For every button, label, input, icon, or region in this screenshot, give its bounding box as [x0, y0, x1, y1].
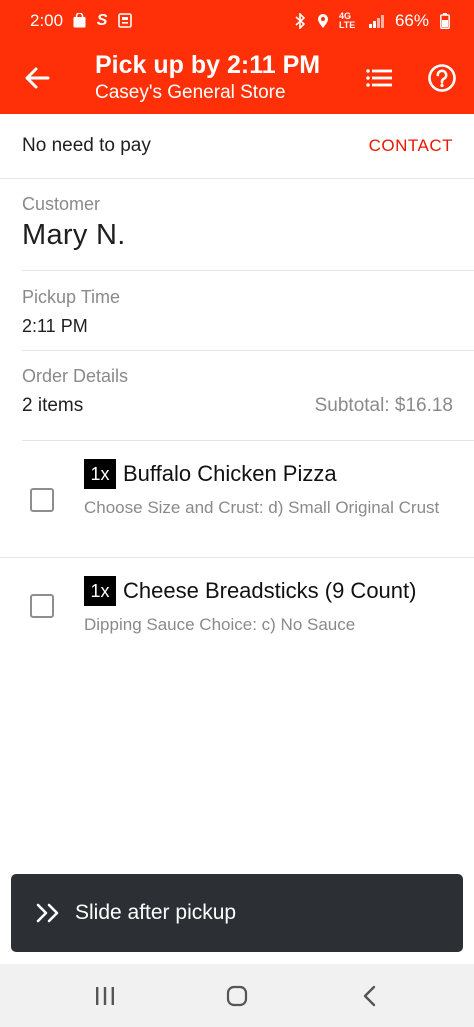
- network-type-label: 4G LTE: [338, 10, 356, 30]
- order-pickup-screen: 2:00 S 4G LTE 66% Pick up by 2:11 PM Cas…: [0, 0, 474, 1027]
- item-options: Choose Size and Crust: d) Small Original…: [84, 498, 440, 517]
- s-app-icon: S: [96, 11, 108, 29]
- quantity-badge: 1x: [84, 576, 116, 606]
- system-nav-bar: [0, 964, 474, 1027]
- contact-button[interactable]: CONTACT: [369, 136, 453, 156]
- status-time: 2:00: [30, 10, 64, 30]
- list-icon: [366, 69, 392, 87]
- pickup-time-value: 2:11 PM: [22, 316, 88, 336]
- back-arrow-icon: [25, 67, 50, 89]
- app-bar: Pick up by 2:11 PM Casey's General Store: [0, 41, 474, 114]
- store-name: Casey's General Store: [95, 82, 286, 103]
- item-options: Dipping Sauce Choice: c) No Sauce: [84, 615, 356, 634]
- status-bar: 2:00 S 4G LTE 66%: [0, 0, 474, 41]
- item-checkbox[interactable]: [30, 594, 54, 618]
- pickup-time-label: Pickup Time: [22, 287, 121, 307]
- slide-label: Slide after pickup: [75, 901, 237, 924]
- payment-status: No need to pay: [22, 135, 151, 156]
- order-details-label: Order Details: [22, 366, 129, 386]
- order-list-button[interactable]: [363, 63, 395, 93]
- battery-percent: 66%: [394, 10, 429, 30]
- help-icon: [428, 64, 456, 92]
- notification-app-icon: [118, 13, 132, 29]
- help-button[interactable]: [426, 62, 458, 94]
- item-count: 2 items: [22, 395, 84, 416]
- item-name: Buffalo Chicken Pizza: [123, 461, 337, 486]
- order-summary-line: 2 items Subtotal: $16.18: [22, 395, 453, 417]
- header-title-block: Pick up by 2:11 PM Casey's General Store: [95, 49, 320, 105]
- list-item: 1x Buffalo Chicken Pizza Choose Size and…: [0, 441, 474, 558]
- battery-icon: [438, 12, 452, 29]
- status-right: 4G LTE 66%: [293, 11, 452, 31]
- item-name: Cheese Breadsticks (9 Count): [123, 578, 417, 603]
- pickup-time-section: Pickup Time 2:11 PM: [22, 271, 474, 351]
- order-details-section: Order Details 2 items Subtotal: $16.18: [22, 351, 474, 441]
- customer-section: Customer Mary N.: [22, 179, 474, 271]
- slide-after-pickup-button[interactable]: Slide after pickup: [11, 874, 463, 952]
- quantity-badge: 1x: [84, 459, 116, 489]
- bluetooth-icon: [293, 12, 307, 29]
- shopping-bag-icon: [72, 13, 86, 29]
- list-item: 1x Cheese Breadsticks (9 Count) Dipping …: [0, 558, 474, 648]
- subtotal: Subtotal: $16.18: [314, 395, 453, 416]
- item-checkbox[interactable]: [30, 488, 54, 512]
- location-icon: [316, 13, 330, 29]
- customer-label: Customer: [22, 194, 101, 214]
- back-button[interactable]: [22, 63, 52, 93]
- page-title: Pick up by 2:11 PM: [95, 51, 321, 79]
- payment-row: No need to pay CONTACT: [0, 114, 474, 179]
- recent-apps-icon[interactable]: [94, 986, 116, 1006]
- double-chevron-right-icon: [35, 901, 65, 925]
- home-icon[interactable]: [226, 985, 248, 1007]
- system-back-icon[interactable]: [362, 985, 378, 1007]
- signal-icon: [368, 13, 386, 29]
- status-left: 2:00 S: [30, 11, 132, 31]
- customer-name: Mary N.: [22, 219, 126, 251]
